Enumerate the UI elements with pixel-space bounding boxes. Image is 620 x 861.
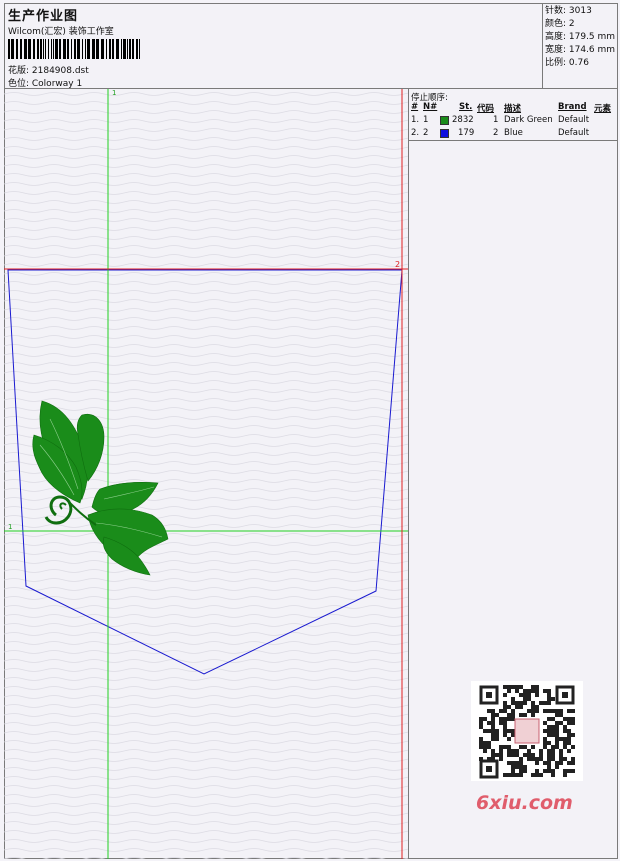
guide-label-top: 1 [112,89,116,97]
page-title: 生产作业图 [8,9,79,24]
row-stitches: 179 [458,128,475,138]
col-index: # [411,102,419,112]
qr-logo [514,718,540,744]
color-count: 颜色: 2 [545,19,575,29]
row-brand: Default [558,115,590,125]
watermark: 6xiu.com [476,792,573,814]
col-needle: N# [423,102,438,112]
design-height: 高度: 179.5 mm [545,32,616,42]
stop-sequence-table: # N# St. 代码 描述 Brand 元素 1. 1 2832 1 Dark… [409,102,618,141]
row-index: 2. [411,128,420,138]
row-description: Blue [504,128,523,138]
qr-code [471,681,583,781]
col-stitches: St. [459,102,473,112]
stop-sequence-panel: 停止顺序: # N# St. 代码 描述 Brand 元素 1. 1 2832 … [409,89,618,141]
table-row: 2. 2 179 2 Blue Default [409,128,618,141]
stitch-count: 针数: 3013 [545,6,592,16]
color-swatch-blue [440,129,449,138]
colorway: 色位: Colorway 1 [8,79,83,89]
row-code: 1 [493,115,499,125]
col-brand: Brand [558,102,587,112]
row-needle: 2 [423,128,429,138]
table-header: # N# St. 代码 描述 Brand 元素 [409,102,618,115]
header: 生产作业图 Wilcom(汇宏) 装饰工作室 花版: 2184908.dst 色… [4,3,618,89]
col-description: 描述 [504,104,522,114]
col-code: 代码 [477,104,495,114]
stats-box: 针数: 3013 颜色: 2 高度: 179.5 mm 宽度: 174.6 mm… [542,3,618,89]
design-drawing: 1 1 2 [4,89,408,859]
barcode [8,39,140,59]
company-name: Wilcom(汇宏) 装饰工作室 [8,27,114,37]
row-code: 2 [493,128,499,138]
row-brand: Default [558,128,590,138]
design-scale: 比例: 0.76 [545,58,589,68]
row-description: Dark Green [504,115,553,125]
design-canvas: 1 1 2 [4,89,409,859]
design-file: 花版: 2184908.dst [8,66,89,76]
row-index: 1. [411,115,420,125]
guide-label-corner: 2 [395,260,400,269]
guide-label-left: 1 [8,523,12,531]
design-width: 宽度: 174.6 mm [545,45,616,55]
row-stitches: 2832 [452,115,474,125]
col-element: 元素 [594,104,612,114]
table-row: 1. 1 2832 1 Dark Green Default [409,115,618,128]
row-needle: 1 [423,115,429,125]
color-swatch-dark-green [440,116,449,125]
